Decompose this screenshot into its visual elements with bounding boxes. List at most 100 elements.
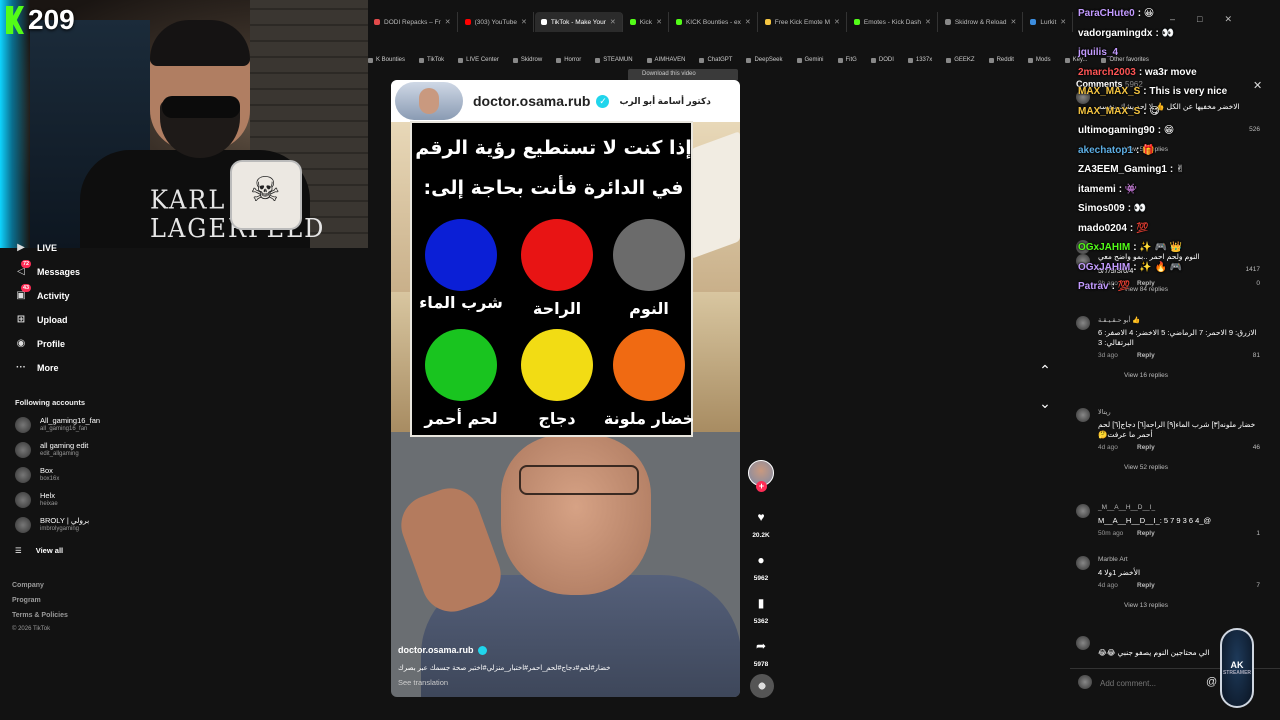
- bookmark-item[interactable]: K Bounties: [368, 57, 405, 63]
- chat-username[interactable]: itamemi: [1078, 184, 1116, 195]
- tab-close-icon[interactable]: ✕: [834, 18, 840, 26]
- avatar[interactable]: [1076, 556, 1090, 570]
- chat-username[interactable]: Simos009: [1078, 203, 1125, 214]
- browser-tab[interactable]: Kick ✕: [624, 12, 669, 32]
- comment-username[interactable]: Marble Art: [1098, 556, 1128, 563]
- view-replies-button[interactable]: View 52 replies: [1124, 464, 1168, 471]
- chat-username[interactable]: jquilis_4: [1078, 47, 1118, 58]
- browser-tab[interactable]: Emotes - Kick Dash ✕: [848, 12, 938, 32]
- bookmark-item[interactable]: FitG: [837, 57, 857, 63]
- tab-close-icon[interactable]: ✕: [656, 18, 662, 26]
- avatar[interactable]: [1076, 316, 1090, 330]
- sidebar-item-activity[interactable]: ▣ 43 Activity: [15, 284, 70, 302]
- chat-username[interactable]: ZA3EEM_Gaming1: [1078, 164, 1167, 175]
- tab-close-icon[interactable]: ✕: [745, 18, 751, 26]
- browser-tab[interactable]: TikTok - Make Your ✕: [534, 12, 623, 32]
- reply-button[interactable]: Reply: [1137, 444, 1155, 451]
- tab-close-icon[interactable]: ✕: [925, 18, 931, 26]
- comment-button[interactable]: ● 5962: [746, 549, 776, 582]
- reply-button[interactable]: Reply: [1137, 352, 1155, 359]
- bookmark-item[interactable]: Reddit: [988, 57, 1014, 63]
- bookmark-item[interactable]: AIMHAVEN: [646, 57, 685, 63]
- bookmark-item[interactable]: Horror: [556, 57, 581, 63]
- chat-username[interactable]: OGxJAHIM: [1078, 242, 1130, 253]
- footer-link[interactable]: Company: [12, 582, 44, 589]
- tab-close-icon[interactable]: ✕: [1011, 18, 1017, 26]
- browser-tab[interactable]: KICK Bounties - ex ✕: [670, 12, 758, 32]
- browser-tab[interactable]: (303) YouTube ✕: [459, 12, 534, 32]
- comment-like-count[interactable]: 1: [1236, 530, 1260, 537]
- comment-like-count[interactable]: 7: [1236, 582, 1260, 589]
- bookmark-item[interactable]: Skidrow: [512, 57, 542, 63]
- like-button[interactable]: ♥ 20.2K: [746, 506, 776, 539]
- bookmark-item[interactable]: GEEKZ: [946, 57, 975, 63]
- music-disc-icon[interactable]: [750, 674, 774, 698]
- previous-video-chevron-up-icon[interactable]: ⌃: [1036, 362, 1054, 380]
- footer-link[interactable]: Program: [12, 597, 41, 604]
- chat-username[interactable]: OGxJAHIM: [1078, 262, 1130, 273]
- tab-close-icon[interactable]: ✕: [1060, 18, 1066, 26]
- bookmark-item[interactable]: LIVE Center: [458, 57, 499, 63]
- add-comment-input[interactable]: [1100, 676, 1220, 690]
- caption-username[interactable]: doctor.osama.rub: [398, 645, 487, 655]
- caption-username-text[interactable]: doctor.osama.rub: [398, 645, 474, 655]
- view-replies-button[interactable]: View 16 replies: [1124, 372, 1168, 379]
- chat-username[interactable]: 2march2003: [1078, 67, 1136, 78]
- browser-tab[interactable]: DODI Repacks – Fr ✕: [368, 12, 458, 32]
- following-account[interactable]: all gaming edit edit_allgaming: [15, 441, 88, 458]
- mention-at-icon[interactable]: @: [1206, 676, 1217, 688]
- sidebar-item-label: Activity: [37, 291, 70, 301]
- bookmark-item[interactable]: TikTok: [419, 57, 444, 63]
- caption-hashtags[interactable]: خضار#لحم#دجاج#لحم_احمر#اختبار_منزلي#اختب…: [398, 664, 733, 672]
- browser-tab[interactable]: Skidrow & Reload ✕: [939, 12, 1024, 32]
- reply-button[interactable]: Reply: [1137, 530, 1155, 537]
- bookmark-item[interactable]: ChatGPT: [699, 57, 732, 63]
- view-replies-button[interactable]: View 13 replies: [1124, 602, 1168, 609]
- footer-link[interactable]: Terms & Policies: [12, 612, 68, 619]
- view-all-link[interactable]: ☰ View all: [15, 546, 63, 555]
- tab-close-icon[interactable]: ✕: [521, 18, 527, 26]
- chat-username[interactable]: Patrav: [1078, 281, 1109, 292]
- sidebar-item-more[interactable]: ··· More: [15, 362, 59, 374]
- following-account[interactable]: BROLY | برولي imbrolygaming: [15, 516, 89, 533]
- comment-username[interactable]: ريتالا: [1098, 408, 1111, 416]
- chat-username[interactable]: mado0204: [1078, 223, 1127, 234]
- see-translation-link[interactable]: See translation: [398, 678, 448, 687]
- comment-like-count[interactable]: 81: [1236, 352, 1260, 359]
- sidebar-item-profile[interactable]: ◉ Profile: [15, 338, 65, 350]
- avatar[interactable]: [1076, 636, 1090, 650]
- next-video-chevron-down-icon[interactable]: ⌄: [1036, 395, 1054, 413]
- chat-username[interactable]: ultimogaming90: [1078, 125, 1155, 136]
- bookmark-item[interactable]: DODI: [870, 57, 894, 63]
- sidebar-item-live[interactable]: ▶ LIVE: [15, 242, 57, 254]
- following-account[interactable]: All_gaming16_fan all_gaming16_fan: [15, 416, 100, 433]
- avatar[interactable]: [1076, 504, 1090, 518]
- bookmark-item[interactable]: Mods: [1027, 57, 1051, 63]
- bookmark-item[interactable]: STEAMUN: [595, 57, 633, 63]
- avatar[interactable]: [1076, 408, 1090, 422]
- video-player[interactable]: doctor.osama.rub ✓ دكتور أسامة أبو الرب …: [391, 80, 740, 697]
- chat-username[interactable]: MAX_MAX_S: [1078, 106, 1140, 117]
- save-button[interactable]: ▮ 5362: [746, 592, 776, 625]
- tab-close-icon[interactable]: ✕: [610, 18, 616, 26]
- chat-username[interactable]: vadorgamingdx: [1078, 28, 1152, 39]
- browser-tab[interactable]: Free Kick Emote M ✕: [759, 12, 847, 32]
- following-account[interactable]: Box box16x: [15, 466, 59, 483]
- sidebar-item-messages[interactable]: ◁ 72 Messages: [15, 260, 80, 278]
- tab-close-icon[interactable]: ✕: [445, 18, 451, 26]
- browser-tab[interactable]: Lurkit ✕: [1024, 12, 1074, 32]
- comment-like-count[interactable]: 46: [1236, 444, 1260, 451]
- share-button[interactable]: ➦ 5978: [746, 635, 776, 668]
- reply-button[interactable]: Reply: [1137, 582, 1155, 589]
- bookmark-item[interactable]: 1337x: [907, 57, 932, 63]
- chat-username[interactable]: ParaCHute0: [1078, 8, 1135, 19]
- bookmark-item[interactable]: DeepSeek: [746, 57, 783, 63]
- chat-username[interactable]: MAX_MAX_S: [1078, 86, 1140, 97]
- following-account[interactable]: Helx heixae: [15, 491, 58, 508]
- sidebar-item-upload[interactable]: ⊞ Upload: [15, 314, 68, 326]
- chat-username[interactable]: akechatop1: [1078, 145, 1133, 156]
- follow-plus-icon[interactable]: +: [756, 481, 767, 492]
- bookmark-item[interactable]: Gemini: [796, 57, 824, 63]
- comment-username[interactable]: أبو حـقـيـقـة 👍: [1098, 316, 1140, 324]
- comment-username[interactable]: _M__A__H__D__I_: [1098, 504, 1155, 511]
